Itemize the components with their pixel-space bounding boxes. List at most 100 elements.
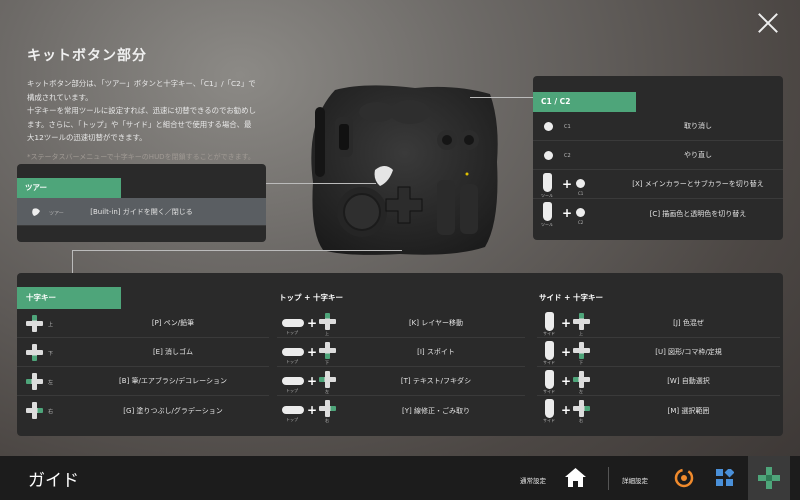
side-dpad-column: サイド + 十字キー サイド + 上 [J] 色混ぜ サイド + 下 [U] 図… <box>537 287 780 425</box>
dpad-left-icon <box>573 371 590 388</box>
side-dpad-row[interactable]: サイド + 上 [J] 色混ぜ <box>537 309 780 338</box>
intro-note: *ステータスバーメニューで十字キーのHUDを閉鎖することができます。 <box>27 152 255 161</box>
plus-icon: + <box>307 403 318 417</box>
dial-icon[interactable] <box>674 468 694 488</box>
connector-line <box>266 183 376 184</box>
side-label: サイド <box>543 389 555 394</box>
row-description: [J] 色混ぜ <box>673 319 704 327</box>
row-sub-label: 右 <box>48 409 54 415</box>
side-dpad-row[interactable]: サイド + 下 [U] 図形/コマ枠/定規 <box>537 338 780 367</box>
c1-button-icon <box>576 179 585 188</box>
top-dpad-row[interactable]: トップ + 下 [I] スポイト <box>277 338 525 367</box>
side-dpad-row[interactable]: サイド + 右 [M] 選択範囲 <box>537 396 780 425</box>
dpad-right-icon <box>26 402 43 419</box>
top-dpad-row[interactable]: トップ + 上 [K] レイヤー移動 <box>277 309 525 338</box>
row-sub-label: 左 <box>325 389 329 394</box>
plus-icon: + <box>561 316 572 330</box>
row-sub-label: C1 <box>578 191 584 196</box>
side-label: サイド <box>543 360 555 365</box>
top-dpad-row[interactable]: トップ + 左 [T] テキスト/フキダシ <box>277 367 525 396</box>
dpad-row[interactable]: 上 [P] ペン/鉛筆 <box>17 309 269 338</box>
row-description: [E] 消しゴム <box>152 348 194 356</box>
divider <box>608 467 609 490</box>
dpad-icon <box>758 467 780 489</box>
tour-row[interactable]: ツアー [Built-in] ガイドを開く／閉じる <box>17 198 266 226</box>
row-sub-label: 右 <box>579 418 583 423</box>
top-button-icon <box>282 377 304 385</box>
dpad-up-icon <box>26 315 43 332</box>
row-description: [P] ペン/鉛筆 <box>151 319 195 327</box>
top-label: トップ <box>286 359 298 364</box>
dpad-right-icon <box>573 400 590 417</box>
row-sub-label: 下 <box>325 360 329 365</box>
dpad-row[interactable]: 右 [G] 塗りつぶし/グラデーション <box>17 396 269 425</box>
plus-icon: + <box>307 345 318 359</box>
dpad-row[interactable]: 下 [E] 消しゴム <box>17 338 269 367</box>
dpad-tab-active[interactable] <box>748 456 790 500</box>
row-sub-label: C1 <box>564 124 571 130</box>
dpad-down-icon <box>26 344 43 361</box>
row-sub-label: 右 <box>325 418 329 423</box>
top-button-icon <box>282 348 304 356</box>
dpad-left-icon <box>26 373 43 390</box>
row-description: [T] テキスト/フキダシ <box>400 377 472 385</box>
plus-icon: + <box>307 374 318 388</box>
connector-line <box>72 250 73 273</box>
side-dpad-row[interactable]: サイド + 左 [W] 自動選択 <box>537 367 780 396</box>
intro-body: キットボタン部分は、「ツアー」ボタンと十字キー、「C1」/「C2」で 構成されて… <box>27 79 256 142</box>
row-description: [M] 選択範囲 <box>667 406 710 415</box>
c-row[interactable]: C1 取り消し <box>533 112 783 141</box>
row-sub-label: 左 <box>48 380 54 386</box>
row-sub-label: 下 <box>48 351 54 357</box>
guide-title: ガイド <box>28 471 79 491</box>
row-sub-label: 上 <box>48 322 54 328</box>
dpad-down-icon <box>319 342 336 359</box>
tour-panel-header: ツアー <box>17 178 121 198</box>
row-description: やり直し <box>684 151 712 159</box>
home-icon[interactable] <box>565 468 586 487</box>
row-description: [G] 塗りつぶし/グラデーション <box>123 406 223 415</box>
c-buttons-panel: C1 / C2 C1 取り消し C2 やり直し ツール + C1 [X] メイン… <box>533 76 783 240</box>
c-row[interactable]: ツール + C1 [X] メインカラーとサブカラーを切り替え <box>533 170 783 199</box>
c-panel-header: C1 / C2 <box>533 92 636 112</box>
row-sub-label: 上 <box>325 331 329 336</box>
dpad-left-icon <box>319 371 336 388</box>
row-sub-label: 上 <box>579 331 583 336</box>
side-label: ツール <box>541 222 553 227</box>
row-description: 取り消し <box>684 122 712 130</box>
dpad-combination-panel: 十字キー 上 [P] ペン/鉛筆 下 [E] 消しゴム 左 [B] 筆/エアブラ… <box>17 273 783 436</box>
top-dpad-row[interactable]: トップ + 右 [Y] 線修正・ごみ取り <box>277 396 525 425</box>
row-description: [Built-in] ガイドを開く／閉じる <box>90 207 193 216</box>
side-label: サイド <box>543 331 555 336</box>
detail-settings-label: 詳細設定 <box>622 477 648 485</box>
dpad-up-icon <box>319 313 336 330</box>
row-description: [U] 図形/コマ枠/定規 <box>655 348 722 356</box>
row-sub-label: C2 <box>578 220 584 225</box>
device-image <box>311 85 498 255</box>
top-label: トップ <box>286 417 298 422</box>
dpad-column-title: 十字キー <box>17 287 121 309</box>
row-description: [Y] 線修正・ごみ取り <box>402 406 470 415</box>
connector-line <box>72 250 402 251</box>
side-button-icon <box>545 399 554 418</box>
row-description: [I] スポイト <box>417 348 455 356</box>
row-sub-label: 左 <box>579 389 583 394</box>
dpad-row[interactable]: 左 [B] 筆/エアブラシ/デコレーション <box>17 367 269 396</box>
c2-button-icon <box>576 208 585 217</box>
plus-icon: + <box>561 403 572 417</box>
c-row[interactable]: ツール + C2 [C] 描画色と透明色を切り替え <box>533 199 783 228</box>
row-description: [W] 自動選択 <box>667 377 710 385</box>
side-label: サイド <box>543 418 555 423</box>
tour-panel: ツアー ツアー [Built-in] ガイドを開く／閉じる <box>17 164 266 242</box>
plus-icon: + <box>307 316 318 330</box>
dpad-down-icon <box>573 342 590 359</box>
close-icon[interactable] <box>757 12 779 34</box>
plus-icon: + <box>561 374 572 388</box>
intro-section: キットボタン部分 キットボタン部分は、「ツアー」ボタンと十字キー、「C1」/「C… <box>27 45 297 164</box>
c2-button-icon <box>544 151 553 160</box>
dpad-up-icon <box>573 313 590 330</box>
c-row[interactable]: C2 やり直し <box>533 141 783 170</box>
plus-icon: + <box>562 206 573 220</box>
top-label: トップ <box>286 388 298 393</box>
grid-icon[interactable] <box>716 469 734 487</box>
